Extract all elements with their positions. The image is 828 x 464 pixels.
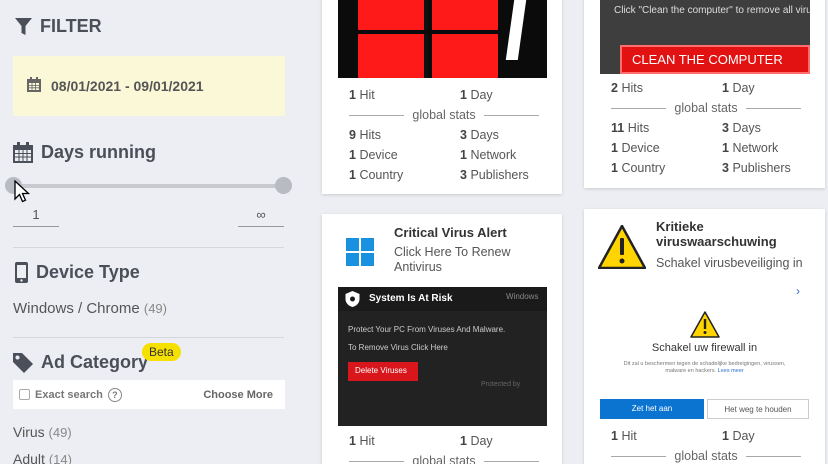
windows-logo-tile <box>432 34 498 78</box>
ad-screenshot: › Schakel uw firewall in Dit zal u besch… <box>600 279 809 421</box>
device-option[interactable]: Windows / Chrome (49) <box>13 300 167 317</box>
ad-card[interactable]: Kritieke viruswaarschuwing Schakel virus… <box>584 209 825 464</box>
chevron-right-icon: › <box>796 284 800 298</box>
filter-title: FILTER <box>40 16 102 36</box>
slider-max-handle[interactable] <box>275 177 292 194</box>
ad-title: Critical Virus Alert <box>394 225 507 240</box>
choose-more-button[interactable]: Choose More <box>203 389 273 401</box>
ad-screenshot: Click "Clean the computer" to remove all… <box>600 0 810 74</box>
windows-icon <box>346 238 374 271</box>
ad-stats: 1 Hit 1 Day global stats <box>611 426 802 464</box>
ad-banner-text: Click "Clean the computer" to remove all… <box>614 5 810 16</box>
mobile-icon <box>15 262 28 283</box>
filter-sidebar: FILTER 08/01/2021 - 09/01/2021 Days runn… <box>0 0 305 464</box>
device-type-header: Device Type <box>15 262 140 283</box>
windows-logo-tile <box>358 34 428 78</box>
category-count: (49) <box>48 425 72 440</box>
ad-screenshot: System Is At Risk Windows Protect Your P… <box>338 287 547 426</box>
category-item-virus[interactable]: Virus (49) <box>13 424 72 440</box>
ad-subtitle: Schakel virusbeveiliging in <box>656 256 803 270</box>
ad-card[interactable]: Click "Clean the computer" to remove all… <box>584 0 825 188</box>
date-range-picker[interactable]: 08/01/2021 - 09/01/2021 <box>13 56 285 116</box>
delete-viruses-button: Delete Viruses <box>348 362 418 381</box>
category-item-adult[interactable]: Adult (14) <box>13 451 72 464</box>
divider <box>13 247 284 248</box>
ad-category-title: Ad Category <box>41 352 149 372</box>
calendar-icon <box>27 77 41 95</box>
divider <box>13 337 284 338</box>
exact-search-label[interactable]: Exact search <box>35 389 103 401</box>
shot-body: Dit zal u beschermen tegen de schadelijk… <box>623 361 786 374</box>
ad-stats: 2 Hits 1 Day global stats 11 Hits 3 Days 1… <box>611 78 802 178</box>
ad-category-header: Ad Category <box>13 352 148 373</box>
device-option-count: (49) <box>143 301 167 316</box>
category-label: Virus <box>13 424 45 440</box>
global-stats-label: global stats <box>412 108 476 122</box>
slider-min-value[interactable]: 1 <box>13 207 59 227</box>
funnel-icon <box>15 17 32 37</box>
shot-line-2: To Remove Virus Click Here <box>348 343 448 352</box>
ad-card[interactable]: 1 Hit 1 Day global stats 9 Hits 3 Days 1 D… <box>322 0 562 194</box>
shot-title: System Is At Risk <box>369 293 453 304</box>
ad-card[interactable]: Critical Virus Alert Click Here To Renew… <box>322 214 562 464</box>
tag-icon <box>13 352 33 373</box>
device-option-label: Windows / Chrome <box>13 300 140 317</box>
windows-logo-tile <box>432 0 498 30</box>
help-icon[interactable]: ? <box>107 387 122 402</box>
days-running-title: Days running <box>41 142 157 162</box>
global-stats-label: global stats <box>412 454 476 464</box>
category-count: (14) <box>48 452 72 464</box>
ad-subtitle: Click Here To Renew Antivirus <box>394 245 511 274</box>
enable-button: Zet het aan <box>600 399 704 419</box>
shot-line-1: Protect Your PC From Viruses And Malware… <box>348 325 506 334</box>
days-running-header: Days running <box>13 142 156 163</box>
days-slider-track[interactable] <box>13 184 285 188</box>
shot-windows-label: Windows <box>506 292 539 301</box>
global-stats-label: global stats <box>674 449 738 463</box>
slider-max-value[interactable]: ∞ <box>238 207 284 227</box>
ad-stats: 1 Hit 1 Day global stats <box>349 431 540 464</box>
device-type-title: Device Type <box>36 262 140 282</box>
shot-footer: Protected by <box>481 381 521 388</box>
exact-search-bar: Exact search ? Choose More <box>13 380 285 409</box>
shield-icon <box>345 291 360 312</box>
ad-screenshot <box>338 0 547 78</box>
global-stats-label: global stats <box>674 101 738 115</box>
beta-badge: Beta <box>142 343 181 361</box>
warning-icon <box>690 311 720 343</box>
dismiss-button: Het weg te houden <box>707 399 809 419</box>
filter-header: FILTER <box>15 16 102 37</box>
warning-icon <box>597 224 647 274</box>
ad-title: Kritieke viruswaarschuwing <box>656 219 777 249</box>
mouse-cursor-icon <box>14 179 31 209</box>
clean-computer-button: CLEAN THE COMPUTER <box>620 45 810 74</box>
ad-stats: 1 Hit 1 Day global stats 9 Hits 3 Days 1 D… <box>349 85 540 185</box>
calendar-icon <box>13 142 33 163</box>
date-range-value: 08/01/2021 - 09/01/2021 <box>51 78 204 94</box>
shot-heading: Schakel uw firewall in <box>651 342 758 354</box>
white-stripe <box>505 0 527 60</box>
windows-logo-tile <box>358 0 428 30</box>
category-label: Adult <box>13 451 45 464</box>
exact-search-checkbox[interactable] <box>19 389 30 400</box>
